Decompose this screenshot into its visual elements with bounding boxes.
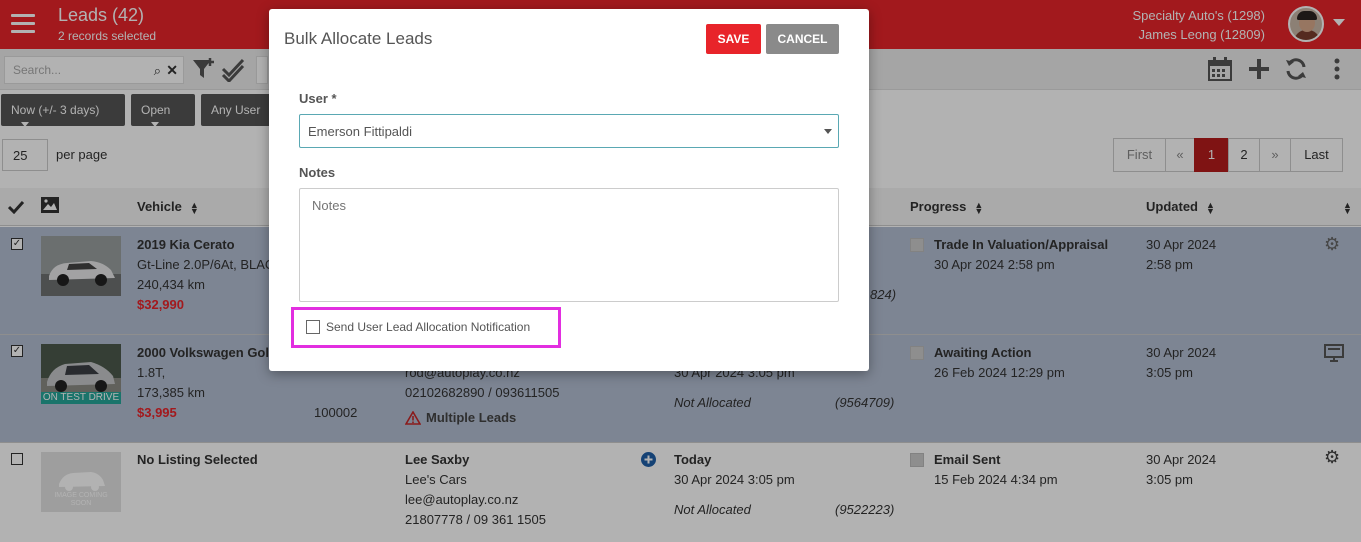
bulk-allocate-dialog: Bulk Allocate Leads SAVE CANCEL User * E…: [269, 9, 869, 371]
cancel-button[interactable]: CANCEL: [766, 24, 839, 54]
notes-label: Notes: [299, 165, 336, 180]
save-button[interactable]: SAVE: [706, 24, 761, 54]
user-label: User *: [299, 91, 337, 106]
chevron-down-icon: [824, 129, 832, 134]
user-select[interactable]: Emerson Fittipaldi: [299, 114, 839, 148]
dialog-title: Bulk Allocate Leads: [284, 29, 433, 48]
user-select-value: Emerson Fittipaldi: [308, 124, 413, 139]
notification-option-highlight: Send User Lead Allocation Notification: [291, 307, 561, 348]
notify-checkbox[interactable]: [306, 320, 320, 334]
notify-label[interactable]: Send User Lead Allocation Notification: [326, 320, 530, 334]
notes-field[interactable]: [299, 188, 839, 302]
